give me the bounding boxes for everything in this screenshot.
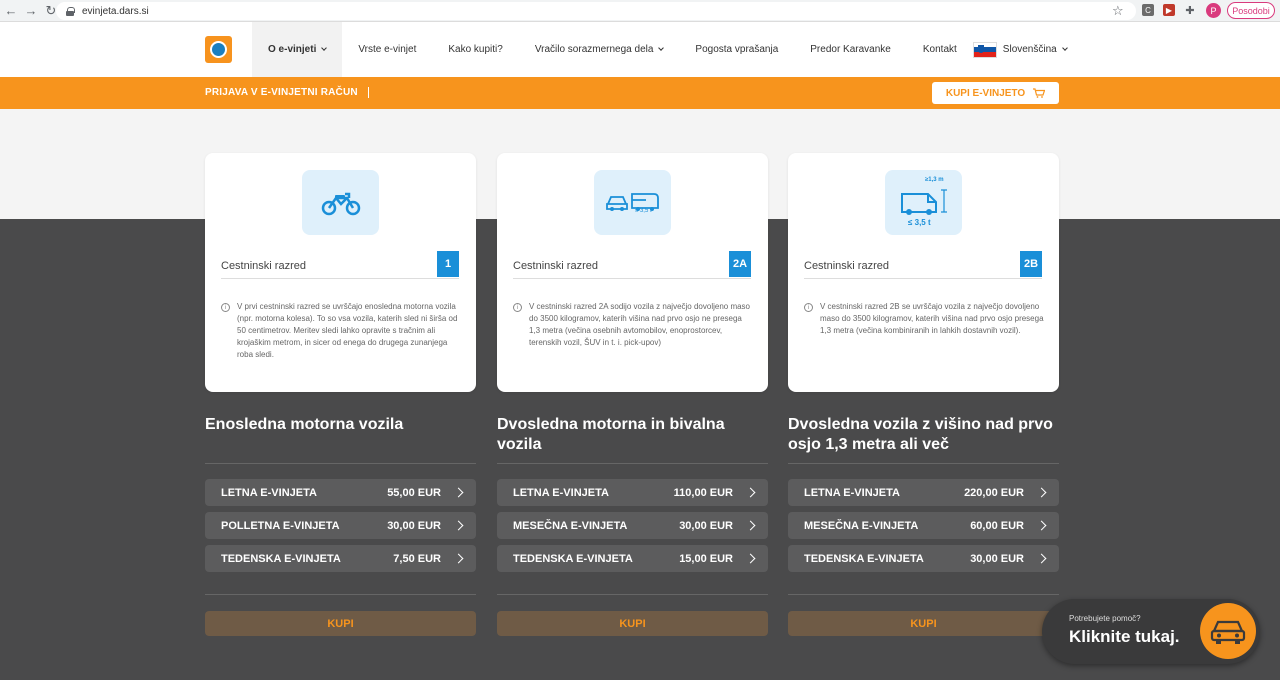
chevron-right-icon (745, 520, 756, 531)
info-icon: i (221, 303, 230, 312)
extension-icon[interactable]: C (1142, 4, 1154, 16)
chevron-down-icon (658, 45, 665, 51)
toll-class-badge: 1 (437, 250, 459, 277)
back-icon[interactable]: ← (2, 2, 20, 20)
lock-icon (66, 6, 75, 16)
url-text: evinjeta.dars.si (82, 5, 149, 17)
vehicle-class-2a: ≤ 3,5 t Cestninski razred 2A i V cestnin… (497, 153, 768, 636)
chevron-right-icon (745, 553, 756, 564)
height-label: ≥1,3 m (925, 177, 944, 183)
class-description: V cestninski razred 2B se uvrščajo vozil… (820, 302, 1044, 335)
class-description: V cestninski razred 2A sodijo vozila z n… (529, 302, 751, 347)
van-icon: ≥1,3 m ≤ 3,5 t (885, 170, 962, 235)
toll-class-badge: 2B (1020, 250, 1042, 277)
divider (788, 463, 1059, 464)
chevron-right-icon (1036, 553, 1047, 564)
price-row[interactable]: TEDENSKA E-VINJETA 30,00 EUR (788, 545, 1059, 572)
class-card: ≥1,3 m ≤ 3,5 t Cestninski razred 2B i V … (788, 153, 1059, 392)
chevron-down-icon (321, 45, 328, 51)
vehicle-category-title: Dvosledna vozila z višino nad prvo osjo … (788, 416, 1053, 453)
menu-item-o-e-vinjeti[interactable]: O e-vinjeti (252, 22, 343, 77)
menu-item-vrste[interactable]: Vrste e-vinjet (342, 22, 432, 77)
account-bar: PRIJAVA V E-VINJETNI RAČUN KUPI E-VINJET… (0, 77, 1280, 109)
menu-item-kako-kupiti[interactable]: Kako kupiti? (432, 22, 518, 77)
main-menu: O e-vinjeti Vrste e-vinjet Kako kupiti? … (252, 22, 1068, 77)
vehicle-category-title: Enosledna motorna vozila (205, 416, 404, 433)
address-bar[interactable]: evinjeta.dars.si (56, 2, 1136, 20)
vehicle-class-2b: ≥1,3 m ≤ 3,5 t Cestninski razred 2B i V … (788, 153, 1059, 636)
price-row[interactable]: LETNA E-VINJETA 55,00 EUR (205, 479, 476, 506)
profile-avatar[interactable]: P (1206, 3, 1221, 18)
menu-item-faq[interactable]: Pogosta vprašanja (679, 22, 794, 77)
menu-item-karavanke[interactable]: Predor Karavanke (794, 22, 907, 77)
forward-icon[interactable]: → (22, 2, 40, 20)
toll-class-row: Cestninski razred 2B (804, 250, 1042, 279)
divider (205, 594, 476, 595)
price-row[interactable]: POLLETNA E-VINJETA 30,00 EUR (205, 512, 476, 539)
bookmark-star-icon[interactable]: ☆ (1112, 3, 1124, 19)
chevron-right-icon (745, 487, 756, 498)
chevron-right-icon (453, 487, 464, 498)
menu-item-kontakt[interactable]: Kontakt (907, 22, 973, 77)
class-card: Cestninski razred 1 i V prvi cestninski … (205, 153, 476, 392)
buy-e-vinjeta-button[interactable]: KUPI E-VINJETO (932, 82, 1059, 104)
class-card: ≤ 3,5 t Cestninski razred 2A i V cestnin… (497, 153, 768, 392)
price-row[interactable]: MESEČNA E-VINJETA 60,00 EUR (788, 512, 1059, 539)
divider (788, 594, 1059, 595)
car-support-icon (1200, 603, 1256, 659)
vehicle-class-1: Cestninski razred 1 i V prvi cestninski … (205, 153, 476, 636)
divider (497, 463, 768, 464)
slovenia-flag-icon (972, 41, 997, 58)
cart-icon (1033, 88, 1046, 98)
update-button[interactable]: Posodobi (1227, 2, 1275, 19)
divider (497, 594, 768, 595)
buy-button[interactable]: KUPI (788, 611, 1059, 636)
price-row[interactable]: TEDENSKA E-VINJETA 15,00 EUR (497, 545, 768, 572)
buy-button[interactable]: KUPI (205, 611, 476, 636)
help-cta: Kliknite tukaj. (1069, 627, 1180, 646)
price-list: LETNA E-VINJETA 55,00 EUR POLLETNA E-VIN… (205, 479, 476, 578)
menu-item-vracilo[interactable]: Vračilo sorazmernega dela (519, 22, 680, 77)
login-link[interactable]: PRIJAVA V E-VINJETNI RAČUN (205, 87, 369, 98)
chevron-down-icon (1061, 45, 1068, 51)
class-info: i V cestninski razred 2A sodijo vozila z… (513, 301, 753, 349)
toll-class-row: Cestninski razred 2A (513, 250, 751, 279)
browser-toolbar: ← → ↻ evinjeta.dars.si ☆ C ▶ ✚ P Posodob… (0, 0, 1280, 22)
weight-label: ≤ 3,5 t (908, 218, 931, 227)
car-and-camper-icon: ≤ 3,5 t (594, 170, 671, 235)
price-list: LETNA E-VINJETA 110,00 EUR MESEČNA E-VIN… (497, 479, 768, 578)
price-row[interactable]: LETNA E-VINJETA 110,00 EUR (497, 479, 768, 506)
class-description: V prvi cestninski razred se uvrščajo eno… (237, 302, 458, 359)
divider (205, 463, 476, 464)
toll-class-label: Cestninski razred (804, 259, 889, 272)
puzzle-icon[interactable]: ✚ (1184, 4, 1196, 17)
site-header: O e-vinjeti Vrste e-vinjet Kako kupiti? … (0, 22, 1280, 77)
price-list: LETNA E-VINJETA 220,00 EUR MESEČNA E-VIN… (788, 479, 1059, 578)
info-icon: i (513, 303, 522, 312)
class-info: i V cestninski razred 2B se uvrščajo voz… (804, 301, 1044, 337)
chevron-right-icon (1036, 520, 1047, 531)
price-row[interactable]: LETNA E-VINJETA 220,00 EUR (788, 479, 1059, 506)
price-row[interactable]: TEDENSKA E-VINJETA 7,50 EUR (205, 545, 476, 572)
chevron-right-icon (1036, 487, 1047, 498)
chevron-right-icon (453, 553, 464, 564)
language-selector[interactable]: Slovenščina (972, 22, 1068, 77)
vehicle-category-title: Dvosledna motorna in bivalna vozila (497, 416, 725, 453)
class-info: i V prvi cestninski razred se uvrščajo e… (221, 301, 461, 361)
toll-class-badge: 2A (729, 250, 751, 277)
help-question: Potrebujete pomoč? (1069, 614, 1141, 623)
weight-label: ≤ 3,5 t (635, 208, 652, 214)
motorcycle-icon (302, 170, 379, 235)
toll-class-row: Cestninski razred 1 (221, 250, 459, 279)
toll-class-label: Cestninski razred (221, 259, 306, 272)
toll-class-label: Cestninski razred (513, 259, 598, 272)
info-icon: i (804, 303, 813, 312)
buy-button[interactable]: KUPI (497, 611, 768, 636)
price-row[interactable]: MESEČNA E-VINJETA 30,00 EUR (497, 512, 768, 539)
help-widget[interactable]: Potrebujete pomoč? Kliknite tukaj. (1042, 599, 1260, 664)
chevron-right-icon (453, 520, 464, 531)
e-vinjeta-logo[interactable] (205, 36, 232, 63)
extension-icon[interactable]: ▶ (1163, 4, 1175, 16)
